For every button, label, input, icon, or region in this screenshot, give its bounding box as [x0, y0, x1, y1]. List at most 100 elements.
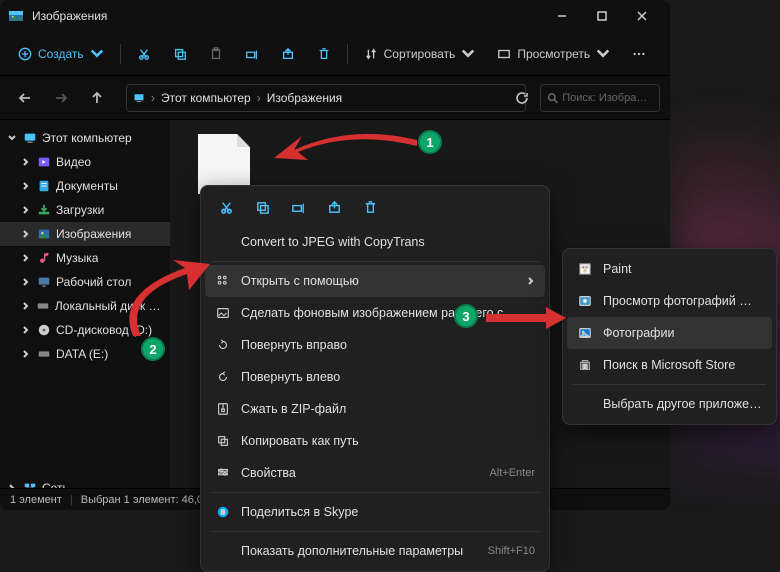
sidebar-item-label: Этот компьютер — [42, 131, 132, 145]
twisty-icon[interactable] — [6, 134, 18, 142]
sidebar-item-4[interactable]: Изображения — [0, 222, 170, 246]
back-button[interactable] — [10, 83, 40, 113]
breadcrumb-current[interactable]: Изображения — [267, 91, 342, 105]
breadcrumb-root[interactable]: Этот компьютер — [161, 91, 251, 105]
ctx-item-label: Поделиться в Skype — [241, 505, 535, 519]
rotr-icon — [215, 337, 231, 353]
rename-button[interactable] — [235, 39, 269, 69]
ctx-item-label: Выбрать другое приложение — [603, 397, 762, 411]
search-input[interactable]: Поиск: Изображе... — [540, 84, 660, 112]
minimize-button[interactable] — [542, 0, 582, 32]
ctx-item-13[interactable]: Показать дополнительные параметрыShift+F… — [205, 535, 545, 567]
props-icon — [215, 465, 231, 481]
ctx-delete-button[interactable] — [353, 192, 387, 222]
doc-icon — [36, 178, 52, 194]
video-icon — [36, 154, 52, 170]
sidebar-item-0[interactable]: Этот компьютер — [0, 126, 170, 150]
sub-item-3[interactable]: Поиск в Microsoft Store — [567, 349, 772, 381]
twisty-icon[interactable] — [20, 302, 32, 310]
twisty-icon[interactable] — [20, 254, 32, 262]
ctx-item-label: Paint — [603, 262, 762, 276]
sort-button[interactable]: Сортировать — [354, 39, 486, 69]
bg-icon — [215, 305, 231, 321]
sub-item-1[interactable]: Просмотр фотографий Windows — [567, 285, 772, 317]
shortcut: Alt+Enter — [489, 467, 535, 479]
twisty-icon[interactable] — [20, 206, 32, 214]
photos-icon — [577, 325, 593, 341]
create-button[interactable]: Создать — [8, 39, 114, 69]
view-label: Просмотреть — [517, 47, 590, 61]
cd-icon — [36, 322, 52, 338]
sidebar-item-label: Загрузки — [56, 203, 104, 217]
twisty-icon[interactable] — [20, 158, 32, 166]
breadcrumb[interactable]: › Этот компьютер › Изображения — [126, 84, 526, 112]
sidebar-item-2[interactable]: Документы — [0, 174, 170, 198]
store-icon — [577, 357, 593, 373]
up-button[interactable] — [82, 83, 112, 113]
twisty-icon[interactable] — [20, 350, 32, 358]
arrow-1 — [272, 122, 417, 167]
twisty-icon[interactable] — [20, 326, 32, 334]
view-button[interactable]: Просмотреть — [487, 39, 620, 69]
paint-icon — [577, 261, 593, 277]
rotl-icon — [215, 369, 231, 385]
context-menu[interactable]: Convert to JPEG with CopyTrans Открыть с … — [200, 185, 550, 572]
wpv-icon — [577, 293, 593, 309]
cut-button[interactable] — [127, 39, 161, 69]
ctx-share-button[interactable] — [317, 192, 351, 222]
disk-icon — [36, 346, 52, 362]
sidebar-item-10[interactable]: Сеть — [0, 476, 170, 488]
close-button[interactable] — [622, 0, 662, 32]
more-button[interactable] — [622, 39, 656, 69]
ctx-item-label: Convert to JPEG with CopyTrans — [241, 235, 535, 249]
arrow-3 — [486, 306, 566, 330]
desktop-icon — [36, 274, 52, 290]
twisty-icon[interactable] — [20, 182, 32, 190]
sidebar-item-label: Музыка — [56, 251, 98, 265]
ctx-item-9[interactable]: СвойстваAlt+Enter — [205, 457, 545, 489]
share-button[interactable] — [271, 39, 305, 69]
ctx-item-5[interactable]: Повернуть вправо — [205, 329, 545, 361]
forward-button — [46, 83, 76, 113]
sidebar-item-label: Видео — [56, 155, 91, 169]
ctx-item-label: Открыть с помощью — [241, 274, 517, 288]
sidebar-item-3[interactable]: Загрузки — [0, 198, 170, 222]
ctx-item-6[interactable]: Повернуть влево — [205, 361, 545, 393]
sidebar-item-label: DATA (E:) — [56, 347, 108, 361]
paste-button — [199, 39, 233, 69]
ctx-item-label: Копировать как путь — [241, 434, 535, 448]
copy-button[interactable] — [163, 39, 197, 69]
ctx-item-11[interactable]: S Поделиться в Skype — [205, 496, 545, 528]
svg-text:S: S — [221, 510, 226, 517]
sub-item-0[interactable]: Paint — [567, 253, 772, 285]
ctx-copy-button[interactable] — [245, 192, 279, 222]
maximize-button[interactable] — [582, 0, 622, 32]
ctx-cut-button[interactable] — [209, 192, 243, 222]
sidebar-item-label: Сеть — [42, 481, 69, 488]
sub-item-2[interactable]: Фотографии — [567, 317, 772, 349]
sub-item-5[interactable]: Выбрать другое приложение — [567, 388, 772, 420]
none-icon — [215, 543, 231, 559]
ctx-item-label: Просмотр фотографий Windows — [603, 294, 762, 308]
open-with-submenu[interactable]: Paint Просмотр фотографий Windows Фотограф… — [562, 248, 777, 425]
ctx-item-8[interactable]: Копировать как путь — [205, 425, 545, 457]
ctx-item-label: Сжать в ZIP-файл — [241, 402, 535, 416]
delete-button[interactable] — [307, 39, 341, 69]
navbar: › Этот компьютер › Изображения Поиск: Из… — [0, 76, 670, 120]
ctx-item-7[interactable]: Сжать в ZIP-файл — [205, 393, 545, 425]
pc-icon — [133, 92, 145, 104]
ctx-item-label: Показать дополнительные параметры — [241, 544, 478, 558]
ctx-rename-button[interactable] — [281, 192, 315, 222]
ctx-item-label: Повернуть влево — [241, 370, 535, 384]
twisty-icon[interactable] — [20, 230, 32, 238]
ctx-item-3[interactable]: Открыть с помощью — [205, 265, 545, 297]
ctx-item-label: Фотографии — [603, 326, 762, 340]
twisty-icon[interactable] — [20, 278, 32, 286]
ctx-item-1[interactable]: Convert to JPEG with CopyTrans — [205, 226, 545, 258]
music-icon — [36, 250, 52, 266]
none-icon — [215, 234, 231, 250]
refresh-button[interactable] — [515, 91, 529, 105]
sidebar-item-1[interactable]: Видео — [0, 150, 170, 174]
submenu-arrow-icon — [527, 274, 535, 288]
toolbar: Создать Сортировать Просмотреть — [0, 32, 670, 76]
